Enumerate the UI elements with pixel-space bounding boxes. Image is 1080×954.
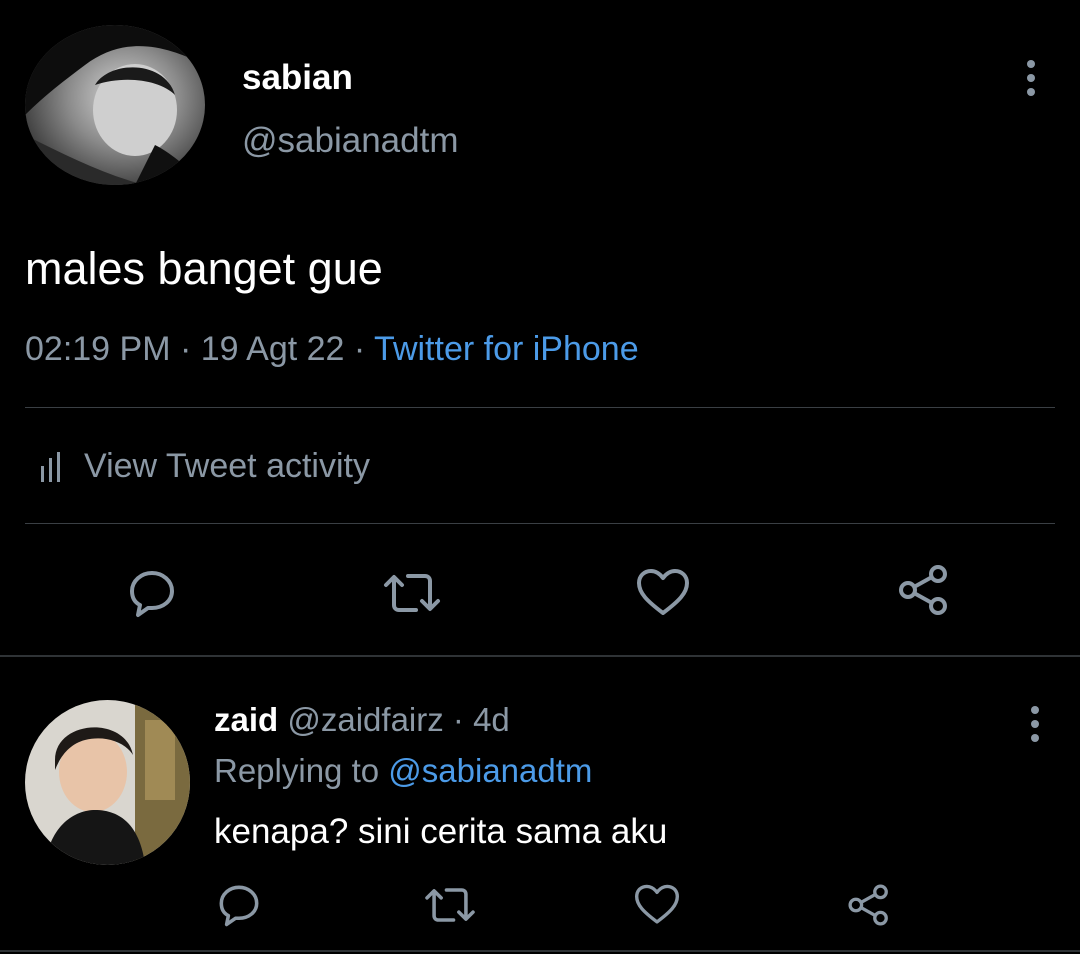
reply-icon	[130, 571, 174, 617]
activity-label: View Tweet activity	[84, 447, 370, 485]
retweet-button[interactable]	[422, 880, 478, 930]
meta-separator: ·	[344, 330, 375, 368]
retweet-icon	[384, 574, 440, 612]
retweet-icon	[425, 888, 475, 922]
more-vertical-icon[interactable]	[1026, 60, 1036, 96]
share-icon	[848, 884, 888, 926]
bar-chart-icon	[41, 451, 60, 482]
meta-separator: ·	[443, 701, 474, 738]
tweet-text: males banget gue	[25, 243, 383, 294]
tweet-time[interactable]: 02:19 PM	[25, 330, 171, 368]
share-button[interactable]	[844, 880, 894, 930]
avatar[interactable]	[25, 700, 190, 865]
reply-text: kenapa? sini cerita sama aku	[214, 812, 668, 851]
divider	[25, 407, 1055, 408]
reply-handle[interactable]: @zaidfairz	[287, 701, 443, 738]
tweet-source-link[interactable]: Twitter for iPhone	[374, 330, 639, 368]
reply-display-name[interactable]: zaid	[214, 701, 278, 738]
replying-to: Replying to @sabianadtm	[214, 752, 592, 790]
section-divider	[0, 655, 1080, 657]
tweet-detail-page: sabian @sabianadtm males banget gue 02:1…	[0, 0, 1080, 954]
view-tweet-activity-button[interactable]: View Tweet activity	[40, 447, 370, 486]
meta-separator: ·	[170, 330, 201, 368]
heart-icon	[637, 569, 689, 615]
share-icon	[899, 565, 947, 615]
replying-label: Replying to	[214, 752, 380, 789]
reply-icon	[219, 885, 259, 927]
heart-icon	[634, 884, 679, 924]
reply-header: zaid @zaidfairz · 4d	[214, 701, 510, 739]
profile-photo-icon	[25, 25, 205, 185]
reply-age[interactable]: 4d	[473, 701, 510, 738]
like-button[interactable]	[634, 565, 692, 621]
section-divider	[0, 950, 1080, 952]
display-name[interactable]: sabian	[242, 58, 353, 98]
retweet-button[interactable]	[382, 565, 442, 621]
tweet-date[interactable]: 19 Agt 22	[201, 330, 345, 368]
user-handle[interactable]: @sabianadtm	[242, 121, 458, 161]
avatar[interactable]	[25, 25, 205, 185]
more-vertical-icon[interactable]	[1030, 706, 1040, 742]
share-button[interactable]	[896, 562, 952, 618]
tweet-meta: 02:19 PM · 19 Agt 22 · Twitter for iPhon…	[25, 330, 639, 369]
like-button[interactable]	[632, 880, 682, 930]
replying-mention-link[interactable]: @sabianadtm	[388, 752, 592, 789]
profile-photo-icon	[25, 700, 190, 865]
divider	[25, 523, 1055, 524]
reply-button[interactable]	[124, 565, 180, 621]
reply-button[interactable]	[214, 880, 264, 930]
